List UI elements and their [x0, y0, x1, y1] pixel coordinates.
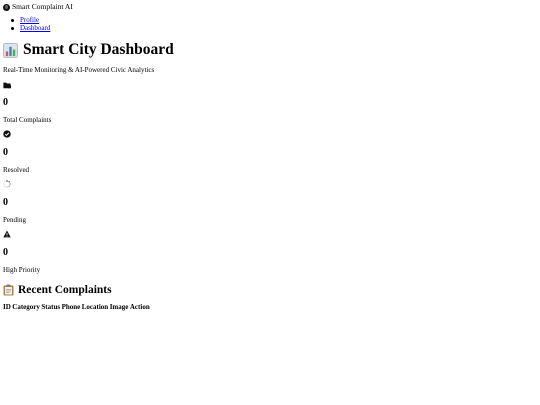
- nav-link-profile[interactable]: Profile: [20, 16, 39, 24]
- stat-high-priority-value: 0: [3, 247, 8, 258]
- recent-complaints-title: Recent Complaints: [3, 282, 112, 297]
- stat-resolved-label: Resolved: [3, 166, 30, 174]
- spinner-icon: [3, 180, 11, 188]
- stat-resolved-value: 0: [3, 147, 8, 158]
- stat-pending-label: Pending: [3, 216, 26, 224]
- brand[interactable]: Smart Complaint AI: [3, 2, 73, 12]
- stat-total-label: Total Complaints: [3, 116, 52, 124]
- column-header-image: Image: [109, 303, 129, 311]
- clipboard-icon: [3, 284, 14, 295]
- column-header-location: Location: [81, 303, 109, 311]
- complaints-table: ID Category Status Phone Location Image …: [3, 303, 151, 312]
- stat-high-priority-label: High Priority: [3, 266, 41, 274]
- brand-name: Smart Complaint AI: [12, 2, 73, 11]
- stat-pending-value: 0: [3, 197, 8, 208]
- column-header-id: ID: [3, 303, 11, 311]
- bar-chart-icon: [3, 42, 18, 58]
- folder-icon: [3, 82, 11, 89]
- page: Smart Complaint AI Profile Dashboard Sma…: [0, 0, 540, 405]
- nav-menu: Profile Dashboard: [11, 16, 50, 32]
- nav-item-dashboard: Dashboard: [11, 24, 50, 32]
- table-header-row: ID Category Status Phone Location Image …: [3, 303, 151, 312]
- warning-icon: [3, 230, 11, 238]
- nav-item-profile: Profile: [11, 16, 50, 24]
- page-title: Smart City Dashboard: [3, 40, 174, 60]
- column-header-phone: Phone: [61, 303, 81, 311]
- recent-complaints-title-text: Recent Complaints: [18, 283, 112, 296]
- column-header-status: Status: [41, 303, 61, 311]
- globe-icon: [3, 3, 10, 11]
- check-circle-icon: [3, 130, 11, 138]
- column-header-action: Action: [129, 303, 150, 311]
- nav-link-dashboard[interactable]: Dashboard: [20, 24, 50, 32]
- page-subtitle: Real-Time Monitoring & AI-Powered Civic …: [3, 66, 155, 74]
- stat-total-value: 0: [3, 97, 8, 108]
- page-title-text: Smart City Dashboard: [23, 41, 174, 58]
- column-header-category: Category: [12, 303, 40, 311]
